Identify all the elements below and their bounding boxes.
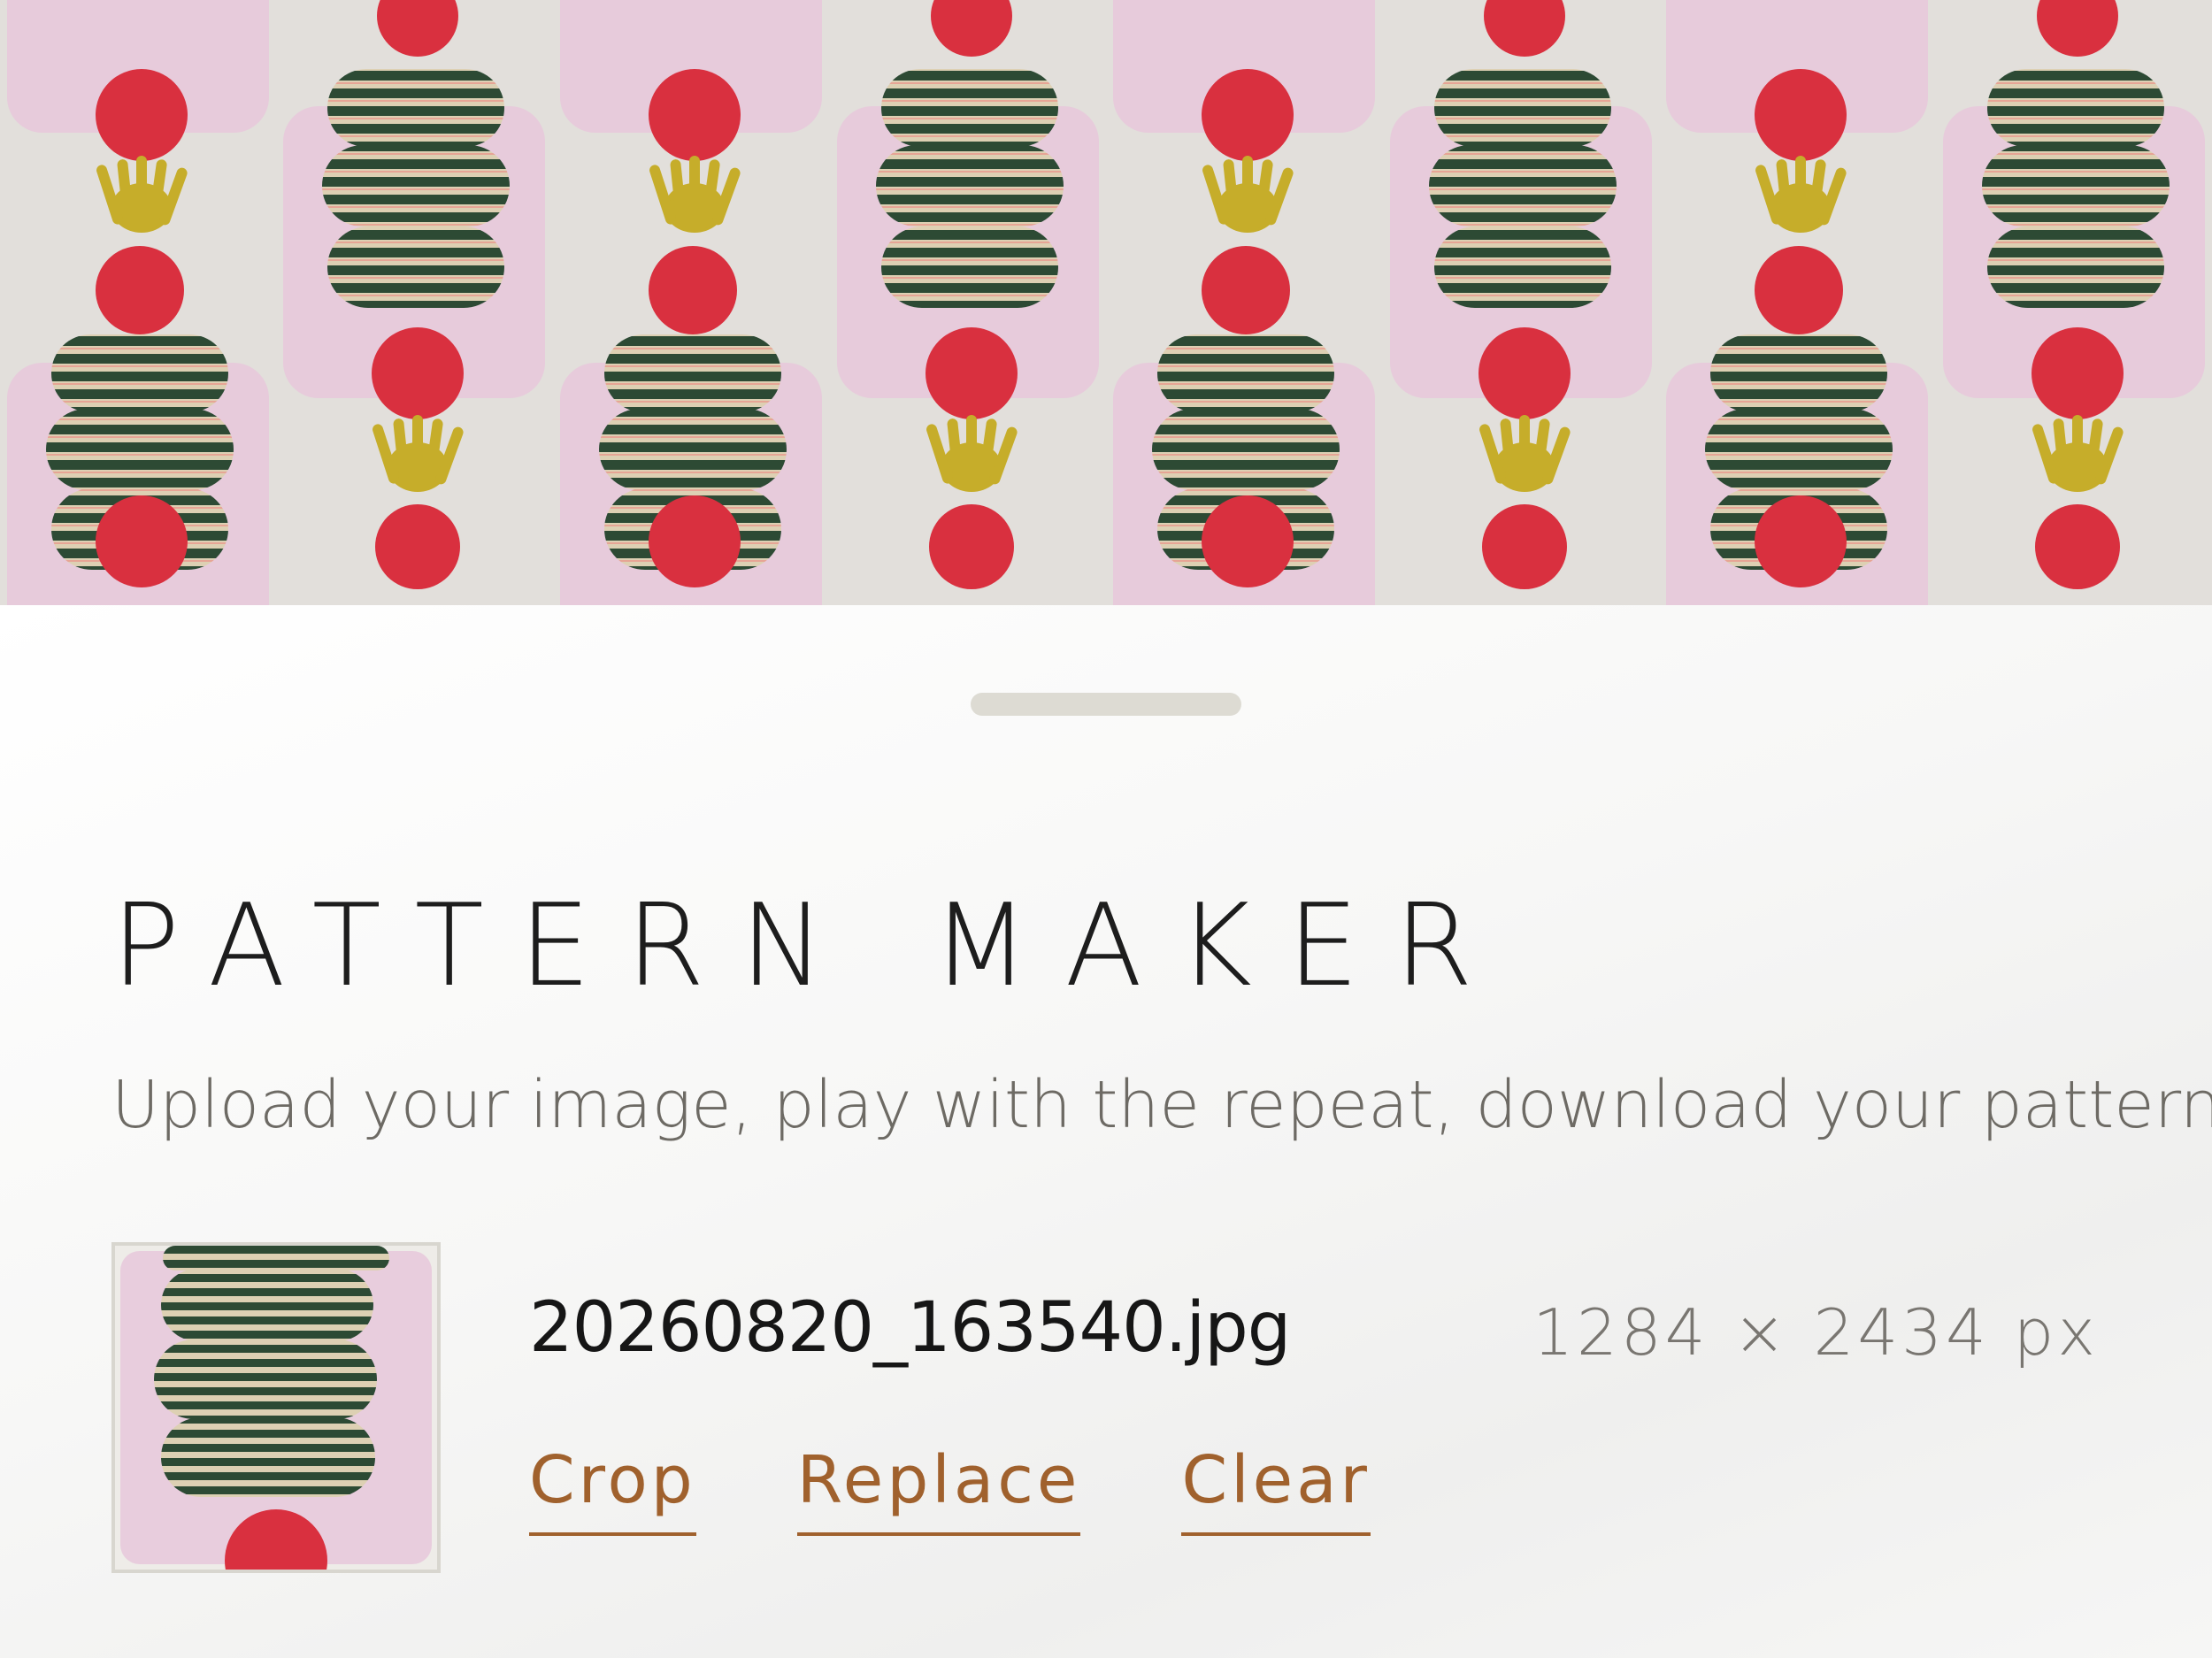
pattern-canvas [0,0,2212,605]
pattern-preview [0,0,2212,605]
clear-button[interactable]: Clear [1181,1447,1371,1536]
file-actions: Crop Replace Clear [529,1447,1371,1536]
drag-handle[interactable] [971,693,1241,716]
bottom-sheet: PATTERN MAKER Upload your image, play wi… [0,605,2212,1658]
file-dimensions: 1284 × 2434 px [1532,1295,2099,1370]
crop-button[interactable]: Crop [529,1447,696,1536]
replace-button[interactable]: Replace [796,1447,1081,1536]
pattern-tile [1106,0,1382,605]
pattern-tile [1383,0,1659,605]
thumbnail-artwork [115,1246,437,1570]
pattern-tile [1936,0,2212,605]
pattern-tile [0,0,276,605]
page-subtitle: Upload your image, play with the repeat,… [111,1067,2212,1143]
pattern-tile [553,0,829,605]
page-title: PATTERN MAKER [111,880,1509,1012]
image-thumbnail[interactable] [111,1242,441,1573]
pattern-tile [1659,0,1935,605]
pattern-tile [830,0,1106,605]
file-name: 20260820_163540.jpg [529,1288,1291,1368]
pattern-tile [276,0,552,605]
